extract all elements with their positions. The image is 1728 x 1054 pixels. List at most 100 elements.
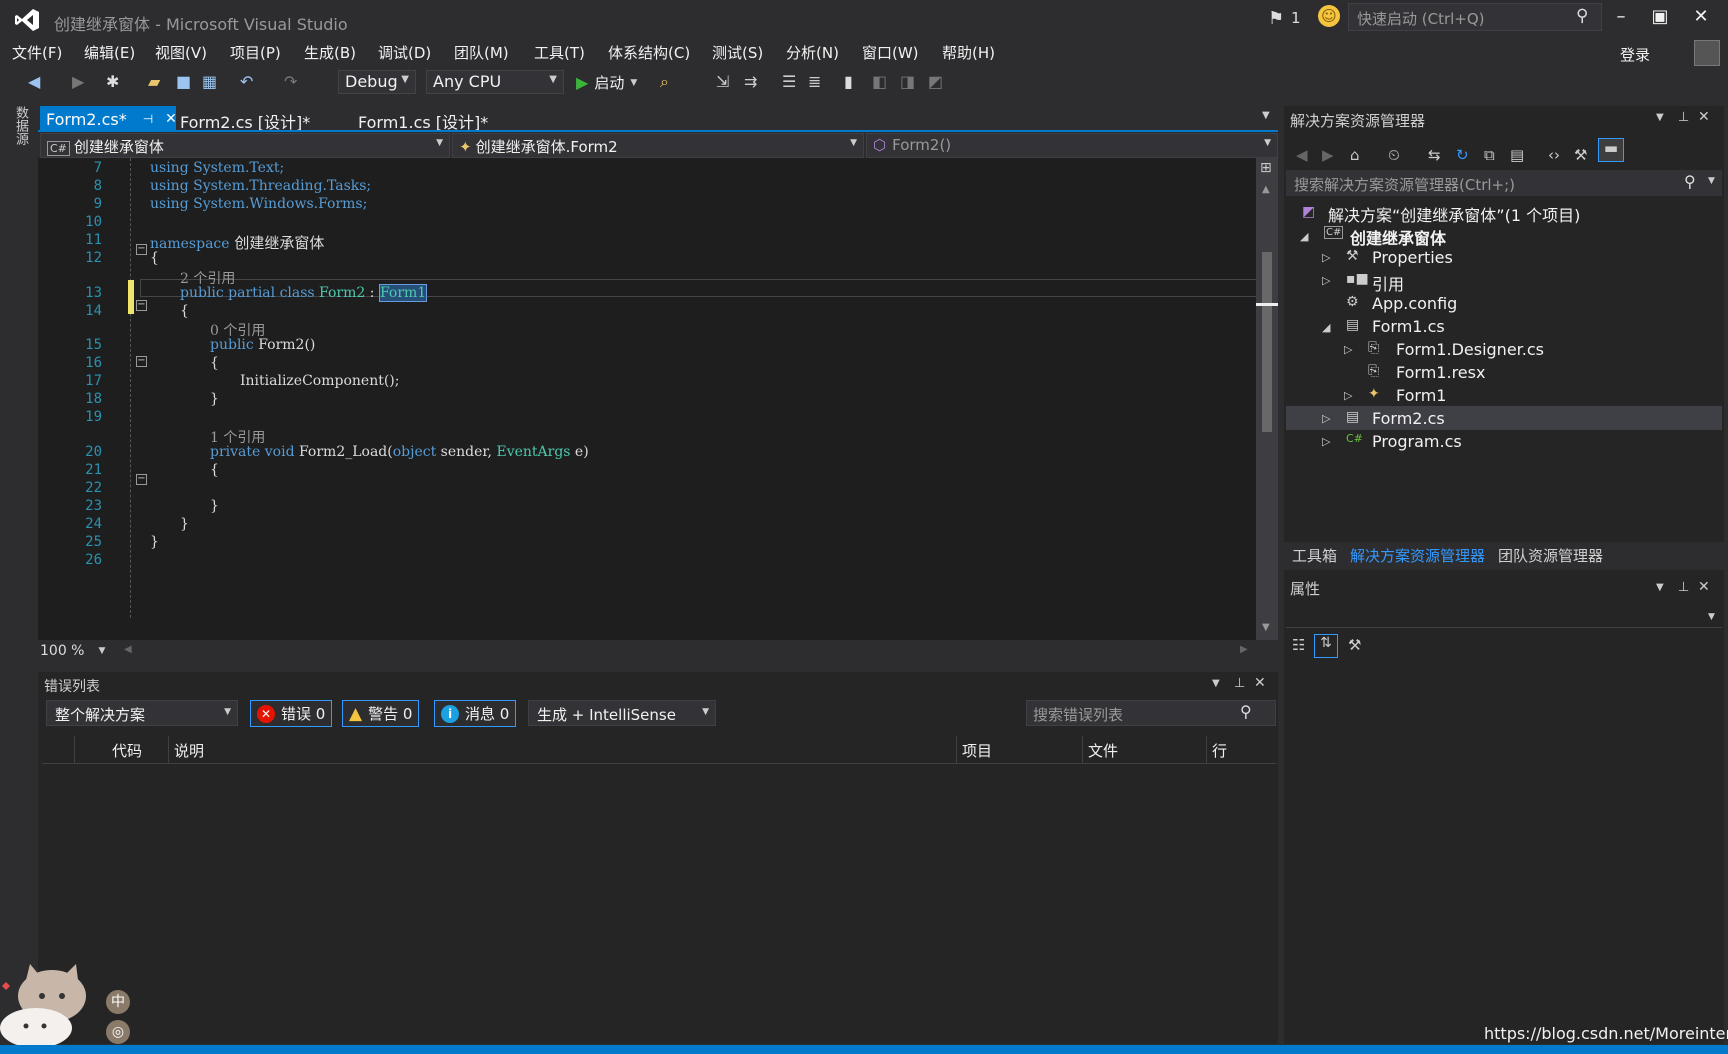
search-icon[interactable]: ⚲ (1576, 6, 1588, 26)
build-source-dropdown[interactable]: 生成 + IntelliSense ▼ (528, 700, 716, 726)
collapsed-icon[interactable]: ▷ (1322, 274, 1330, 287)
new-project-icon[interactable]: ✱ (106, 72, 119, 91)
expanded-icon[interactable]: ◢ (1300, 230, 1308, 243)
messages-filter-button[interactable]: i 消息 0 (434, 700, 517, 727)
notification-count[interactable]: 1 (1291, 9, 1301, 27)
member-navigation-dropdown[interactable]: ⬡ Form2() ▼ (866, 133, 1278, 158)
menu-build[interactable]: 生成(B) (304, 42, 356, 63)
undo-icon[interactable]: ↶ (240, 72, 253, 91)
collapse-namespace-icon[interactable]: − (136, 244, 147, 255)
login-link[interactable]: 登录 (1620, 44, 1650, 65)
menu-window[interactable]: 窗口(W) (862, 42, 919, 63)
code-editor[interactable]: 7 8 9 10 11 12 13 14 15 16 17 18 19 20 2… (38, 158, 1256, 640)
tree-item-project[interactable]: 创建继承窗体 (1350, 225, 1446, 249)
alphabetical-sort-icon[interactable]: ⇅ (1314, 634, 1338, 658)
open-file-icon[interactable]: ▰ (148, 72, 160, 91)
navigate-back-icon[interactable]: ◀ (28, 72, 40, 91)
scroll-up-icon[interactable]: ▲ (1262, 184, 1270, 195)
column-header-project[interactable]: 项目 (962, 740, 992, 761)
clear-bookmarks-icon[interactable]: ◩ (928, 72, 943, 91)
back-icon[interactable]: ◀ (1296, 146, 1308, 164)
tree-item-form1-class[interactable]: Form1 (1396, 386, 1446, 405)
refresh-icon[interactable]: ↻ (1456, 146, 1469, 164)
tab-solution-explorer[interactable]: 解决方案资源管理器 (1350, 545, 1485, 566)
chevron-down-icon[interactable]: ▼ (1708, 612, 1715, 622)
scroll-down-icon[interactable]: ▼ (1262, 622, 1270, 633)
menu-architecture[interactable]: 体系结构(C) (608, 42, 690, 63)
navigate-forward-icon[interactable]: ▶ (72, 72, 84, 91)
panel-menu-icon[interactable]: ▼ (1212, 678, 1220, 689)
properties-wrench-icon[interactable]: ⚒ (1574, 146, 1587, 164)
find-in-files-icon[interactable]: ⌕ (660, 72, 669, 92)
notification-flag-icon[interactable]: ⚑ (1268, 8, 1284, 29)
errors-filter-button[interactable]: ✕ 错误 0 (250, 700, 333, 727)
solution-platform-dropdown[interactable]: Any CPU ▼ (426, 70, 564, 94)
tree-item-references[interactable]: 引用 (1372, 271, 1404, 295)
property-pages-wrench-icon[interactable]: ⚒ (1348, 636, 1361, 654)
menu-edit[interactable]: 编辑(E) (84, 42, 135, 63)
collapse-class-icon[interactable]: − (136, 300, 147, 311)
scrollbar-thumb[interactable] (1262, 252, 1272, 432)
column-header-description[interactable]: 说明 (174, 740, 204, 761)
start-debugging-button[interactable]: ▶ 启动 ▼ (576, 72, 637, 93)
ime-settings-icon[interactable]: ◎ (106, 1020, 130, 1044)
quick-launch-input[interactable]: 快速启动 (Ctrl+Q) (1348, 3, 1602, 31)
tree-item-form2-cs[interactable]: Form2.cs (1372, 409, 1445, 428)
pin-icon[interactable]: ⊥ (1678, 110, 1689, 125)
collapsed-icon[interactable]: ▷ (1344, 343, 1352, 356)
home-icon[interactable]: ⌂ (1350, 146, 1360, 164)
zoom-dropdown[interactable]: 100 % ▼ (40, 640, 116, 662)
collapsed-icon[interactable]: ▷ (1322, 412, 1330, 425)
error-search-input[interactable]: 搜索错误列表 (1026, 700, 1276, 726)
tree-item-program-cs[interactable]: Program.cs (1372, 432, 1462, 451)
show-all-files-icon[interactable]: ▤ (1510, 146, 1524, 164)
menu-analyze[interactable]: 分析(N) (786, 42, 839, 63)
warnings-filter-button[interactable]: ▲ 警告 0 (342, 700, 420, 727)
collapsed-icon[interactable]: ▷ (1322, 251, 1330, 264)
error-scope-dropdown[interactable]: 整个解决方案 ▼ (46, 700, 238, 726)
step-into-icon[interactable]: ⇲ (716, 72, 729, 91)
menu-team[interactable]: 团队(M) (454, 42, 509, 63)
search-icon[interactable]: ⚲ (1240, 702, 1252, 721)
close-panel-icon[interactable]: ✕ (1698, 109, 1710, 125)
feedback-smiley-icon[interactable]: ☺ (1318, 5, 1340, 27)
collapsed-icon[interactable]: ▷ (1322, 435, 1330, 448)
tree-item-solution[interactable]: 解决方案“创建继承窗体”(1 个项目) (1328, 202, 1580, 226)
ime-mode-indicator[interactable]: 中 (106, 990, 130, 1014)
close-panel-icon[interactable]: ✕ (1254, 675, 1266, 691)
tab-form2-cs[interactable]: Form2.cs* ⊣ ✕ (40, 106, 177, 132)
close-panel-icon[interactable]: ✕ (1698, 579, 1710, 595)
pin-icon[interactable]: ⊣ (143, 112, 153, 126)
minimize-icon[interactable]: – (1606, 6, 1636, 32)
tab-form2-designer[interactable]: Form2.cs [设计]* (174, 106, 316, 132)
sync-icon[interactable]: ⇆ (1428, 146, 1441, 164)
menu-view[interactable]: 视图(V) (155, 42, 207, 63)
bookmark-icon[interactable]: ▮ (844, 72, 853, 91)
column-header-code[interactable]: 代码 (112, 740, 142, 761)
view-code-icon[interactable]: ‹› (1548, 146, 1560, 164)
collapsed-icon[interactable]: ▷ (1344, 389, 1352, 402)
previous-bookmark-icon[interactable]: ◧ (872, 72, 887, 91)
maximize-icon[interactable]: ▣ (1645, 6, 1675, 32)
type-navigation-dropdown[interactable]: ✦ 创建继承窗体.Form2 ▼ (452, 133, 864, 158)
search-icon[interactable]: ⚲ (1684, 172, 1696, 191)
forward-icon[interactable]: ▶ (1322, 146, 1334, 164)
split-window-icon[interactable]: ⊞ (1260, 160, 1272, 176)
scroll-left-icon[interactable]: ◀ (124, 644, 132, 655)
menu-debug[interactable]: 调试(D) (378, 42, 431, 63)
menu-file[interactable]: 文件(F) (12, 42, 62, 63)
base-class-name[interactable]: Form1 (378, 284, 428, 302)
next-bookmark-icon[interactable]: ◨ (900, 72, 915, 91)
save-all-icon[interactable]: ▦ (202, 72, 217, 91)
pending-changes-filter-icon[interactable]: ⏲ (1388, 146, 1400, 164)
project-navigation-dropdown[interactable]: C# 创建继承窗体 ▼ (40, 133, 450, 158)
solution-configuration-dropdown[interactable]: Debug ▼ (338, 70, 416, 94)
pin-icon[interactable]: ⊥ (1678, 580, 1689, 595)
menu-tools[interactable]: 工具(T) (534, 42, 585, 63)
collapse-method-icon[interactable]: − (136, 474, 147, 485)
indent-icon[interactable]: ☰ (782, 72, 796, 91)
panel-menu-icon[interactable]: ▼ (1656, 112, 1664, 123)
menu-test[interactable]: 测试(S) (712, 42, 763, 63)
preview-selected-items-icon[interactable]: ▬ (1598, 138, 1624, 162)
column-header-line[interactable]: 行 (1212, 740, 1227, 761)
